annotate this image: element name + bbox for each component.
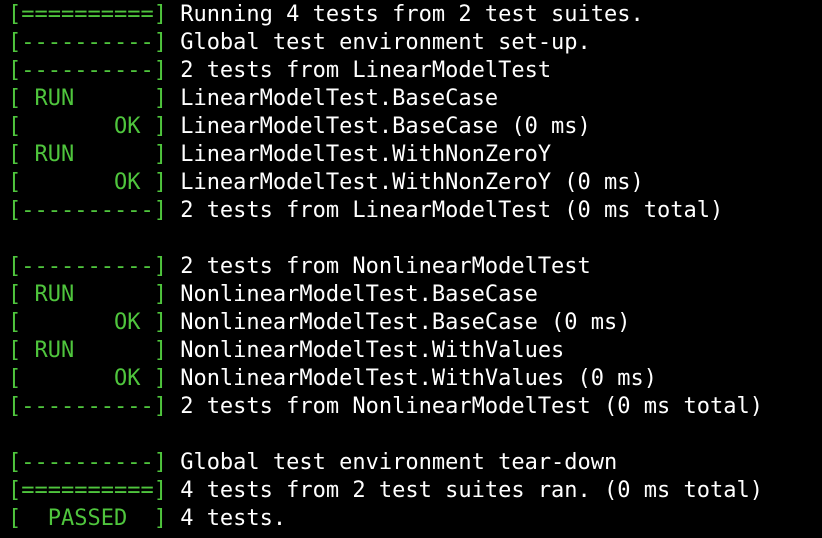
status-tag: [----------] xyxy=(8,394,167,419)
output-line: [ OK ] LinearModelTest.WithNonZeroY (0 m… xyxy=(8,169,822,197)
line-text: NonlinearModelTest.WithValues (0 ms) xyxy=(166,366,658,391)
line-text: 2 tests from LinearModelTest xyxy=(166,58,552,83)
status-tag: [----------] xyxy=(8,450,167,475)
output-line: [==========] Running 4 tests from 2 test… xyxy=(8,1,822,29)
line-text: LinearModelTest.WithNonZeroY (0 ms) xyxy=(166,170,644,195)
line-text: NonlinearModelTest.BaseCase (0 ms) xyxy=(166,310,631,335)
output-line: [----------] 2 tests from LinearModelTes… xyxy=(8,57,822,85)
status-tag: [ RUN ] xyxy=(8,338,167,363)
terminal-output: [==========] Running 4 tests from 2 test… xyxy=(0,0,822,538)
output-line: [ OK ] NonlinearModelTest.WithValues (0 … xyxy=(8,365,822,393)
output-line: [ OK ] NonlinearModelTest.BaseCase (0 ms… xyxy=(8,309,822,337)
output-line: [ PASSED ] 4 tests. xyxy=(8,505,822,533)
status-tag: [==========] xyxy=(8,478,167,503)
status-tag: [ RUN ] xyxy=(8,86,167,111)
status-tag: [==========] xyxy=(8,2,167,27)
output-line: [ RUN ] NonlinearModelTest.BaseCase xyxy=(8,281,822,309)
line-text: LinearModelTest.BaseCase (0 ms) xyxy=(166,114,591,139)
line-text: 4 tests. xyxy=(166,506,287,531)
status-tag: [----------] xyxy=(8,254,167,279)
output-line: [ RUN ] LinearModelTest.WithNonZeroY xyxy=(8,141,822,169)
status-tag: [----------] xyxy=(8,198,167,223)
output-line: [==========] 4 tests from 2 test suites … xyxy=(8,477,822,505)
line-text: 2 tests from NonlinearModelTest (0 ms to… xyxy=(166,394,763,419)
line-text: 2 tests from NonlinearModelTest xyxy=(166,254,591,279)
status-tag: [ OK ] xyxy=(8,310,167,335)
output-line: [----------] 2 tests from NonlinearModel… xyxy=(8,253,822,281)
status-tag: [ RUN ] xyxy=(8,282,167,307)
output-line: [ OK ] LinearModelTest.BaseCase (0 ms) xyxy=(8,113,822,141)
status-tag: [----------] xyxy=(8,58,167,83)
output-line: [----------] Global test environment tea… xyxy=(8,449,822,477)
line-text: Global test environment tear-down xyxy=(166,450,618,475)
line-text: NonlinearModelTest.WithValues xyxy=(166,338,565,363)
status-tag: [ OK ] xyxy=(8,114,167,139)
line-text: NonlinearModelTest.BaseCase xyxy=(166,282,538,307)
status-tag: [ PASSED ] xyxy=(8,506,167,531)
line-text: Global test environment set-up. xyxy=(166,30,591,55)
output-line: [----------] Global test environment set… xyxy=(8,29,822,57)
line-text: 2 tests from LinearModelTest (0 ms total… xyxy=(166,198,724,223)
status-tag: [----------] xyxy=(8,30,167,55)
status-tag: [ OK ] xyxy=(8,170,167,195)
line-text: LinearModelTest.BaseCase xyxy=(166,86,499,111)
line-text: LinearModelTest.WithNonZeroY xyxy=(166,142,552,167)
output-line: [ RUN ] LinearModelTest.BaseCase xyxy=(8,85,822,113)
line-text: Running 4 tests from 2 test suites. xyxy=(166,2,644,27)
output-line: [----------] 2 tests from LinearModelTes… xyxy=(8,197,822,225)
status-tag: [ RUN ] xyxy=(8,142,167,167)
output-line: [ RUN ] NonlinearModelTest.WithValues xyxy=(8,337,822,365)
line-text: 4 tests from 2 test suites ran. (0 ms to… xyxy=(166,478,763,503)
output-line: [----------] 2 tests from NonlinearModel… xyxy=(8,393,822,421)
status-tag: [ OK ] xyxy=(8,366,167,391)
